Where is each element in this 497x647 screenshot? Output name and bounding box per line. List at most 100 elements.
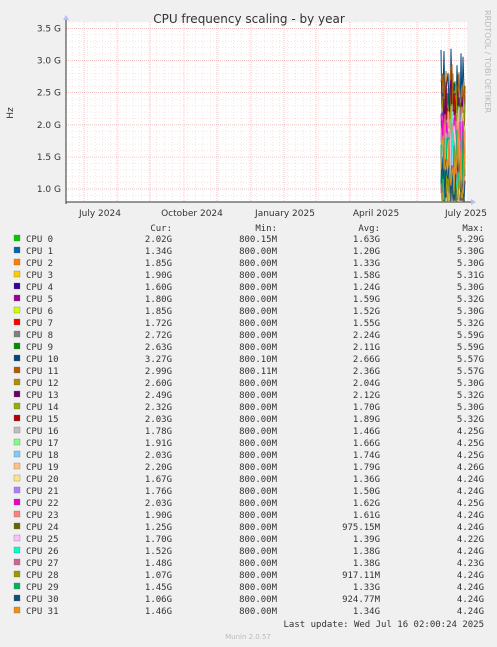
legend-cur-cpu-12: 2.60G (145, 379, 172, 389)
legend-cur-cpu-24: 1.25G (145, 523, 172, 533)
legend-cur-cpu-1: 1.34G (145, 247, 172, 257)
legend-avg-cpu-27: 1.38G (353, 559, 380, 569)
legend-avg-cpu-4: 1.24G (353, 283, 380, 293)
legend-min-cpu-18: 800.00M (239, 451, 278, 461)
legend-name-cpu-7: CPU 7 (26, 319, 53, 329)
legend-cur-cpu-2: 1.85G (145, 259, 172, 269)
legend-avg-cpu-20: 1.36G (353, 475, 380, 485)
legend-cur-cpu-10: 3.27G (145, 355, 172, 365)
legend-name-cpu-11: CPU 11 (26, 367, 59, 377)
legend-cur-cpu-30: 1.06G (145, 595, 172, 605)
legend-avg-cpu-24: 975.15M (342, 523, 381, 533)
legend-cur-cpu-5: 1.80G (145, 295, 172, 305)
munin-version: Munin 2.0.57 (225, 633, 271, 641)
legend-min-cpu-14: 800.00M (239, 403, 278, 413)
legend-max-cpu-6: 5.30G (457, 307, 484, 317)
legend-min-cpu-29: 800.00M (239, 583, 278, 593)
legend-cur-cpu-6: 1.85G (145, 307, 172, 317)
legend-min-cpu-28: 800.00M (239, 571, 278, 581)
legend-swatch-cpu-28 (13, 570, 21, 578)
legend-max-cpu-29: 4.24G (457, 583, 484, 593)
legend-cur-cpu-13: 2.49G (145, 391, 172, 401)
legend-avg-cpu-26: 1.38G (353, 547, 380, 557)
legend-header: Min: (255, 224, 277, 234)
legend-avg-cpu-22: 1.62G (353, 499, 380, 509)
legend-name-cpu-17: CPU 17 (26, 439, 59, 449)
legend-cur-cpu-29: 1.45G (145, 583, 172, 593)
legend-header: Cur: (150, 224, 172, 234)
legend-cur-cpu-22: 2.03G (145, 499, 172, 509)
legend-avg-cpu-17: 1.66G (353, 439, 380, 449)
legend-max-cpu-19: 4.26G (457, 463, 484, 473)
legend-swatch-cpu-24 (13, 522, 21, 530)
legend-swatch-cpu-10 (13, 354, 21, 362)
legend-name-cpu-15: CPU 15 (26, 415, 59, 425)
legend-name-cpu-4: CPU 4 (26, 283, 53, 293)
legend-max-cpu-5: 5.32G (457, 295, 484, 305)
legend-avg-cpu-6: 1.52G (353, 307, 380, 317)
legend-name-cpu-29: CPU 29 (26, 583, 59, 593)
legend-max-cpu-27: 4.23G (457, 559, 484, 569)
x-tick-label: July 2024 (78, 209, 121, 219)
legend-avg-cpu-11: 2.36G (353, 367, 380, 377)
legend-avg-cpu-2: 1.33G (353, 259, 380, 269)
legend-name-cpu-0: CPU 0 (26, 235, 53, 245)
legend-cur-cpu-8: 2.72G (145, 331, 172, 341)
legend-min-cpu-26: 800.00M (239, 547, 278, 557)
legend-swatch-cpu-16 (13, 426, 21, 434)
legend-cur-cpu-17: 1.91G (145, 439, 172, 449)
legend-name-cpu-8: CPU 8 (26, 331, 53, 341)
legend-avg-cpu-31: 1.34G (353, 607, 380, 617)
legend-swatch-cpu-9 (13, 342, 21, 350)
legend-min-cpu-10: 800.10M (239, 355, 278, 365)
legend-avg-cpu-18: 1.74G (353, 451, 380, 461)
legend-name-cpu-30: CPU 30 (26, 595, 59, 605)
legend-name-cpu-12: CPU 12 (26, 379, 59, 389)
legend-min-cpu-22: 800.00M (239, 499, 278, 509)
legend-avg-cpu-15: 1.89G (353, 415, 380, 425)
legend-min-cpu-23: 800.00M (239, 511, 278, 521)
munin-graph: 1.0 G 1.5 G 2.0 G 2.5 G 3.0 G 3.5 G July 2024 O… (0, 0, 497, 647)
legend-swatch-cpu-22 (13, 498, 21, 506)
legend-cur-cpu-3: 1.90G (145, 271, 172, 281)
legend-swatch-cpu-12 (13, 378, 21, 386)
y-tick-label: 3.0 G (37, 57, 61, 67)
legend-min-cpu-6: 800.00M (239, 307, 278, 317)
legend-max-cpu-30: 4.24G (457, 595, 484, 605)
legend-max-cpu-1: 5.30G (457, 247, 484, 257)
legend-swatch-cpu-27 (13, 558, 21, 566)
legend-cur-cpu-18: 2.03G (145, 451, 172, 461)
legend-min-cpu-27: 800.00M (239, 559, 278, 569)
legend-min-cpu-12: 800.00M (239, 379, 278, 389)
legend-swatch-cpu-26 (13, 546, 21, 554)
legend-min-cpu-25: 800.00M (239, 535, 278, 545)
legend-cur-cpu-23: 1.90G (145, 511, 172, 521)
legend-swatch-cpu-7 (13, 318, 21, 326)
legend-name-cpu-14: CPU 14 (26, 403, 59, 413)
legend-name-cpu-31: CPU 31 (26, 607, 59, 617)
legend-min-cpu-16: 800.00M (239, 427, 278, 437)
legend-avg-cpu-30: 924.77M (342, 595, 381, 605)
legend-avg-cpu-12: 2.04G (353, 379, 380, 389)
legend-avg-cpu-13: 2.12G (353, 391, 380, 401)
legend-swatch-cpu-31 (13, 606, 21, 614)
legend-avg-cpu-28: 917.11M (342, 571, 381, 581)
legend-cur-cpu-19: 2.20G (145, 463, 172, 473)
legend-cur-cpu-15: 2.03G (145, 415, 172, 425)
legend-max-cpu-20: 4.24G (457, 475, 484, 485)
legend-max-cpu-12: 5.30G (457, 379, 484, 389)
legend-name-cpu-13: CPU 13 (26, 391, 59, 401)
legend-name-cpu-22: CPU 22 (26, 499, 59, 509)
legend-avg-cpu-21: 1.50G (353, 487, 380, 497)
legend-min-cpu-17: 800.00M (239, 439, 278, 449)
legend-name-cpu-18: CPU 18 (26, 451, 59, 461)
legend-avg-cpu-29: 1.33G (353, 583, 380, 593)
y-axis-arrow (63, 15, 69, 20)
x-tick-label: July 2025 (444, 209, 487, 219)
last-update: Last update: Wed Jul 16 02:00:24 2025 (284, 620, 484, 630)
legend-min-cpu-2: 800.00M (239, 259, 278, 269)
legend-max-cpu-22: 4.25G (457, 499, 484, 509)
legend-avg-cpu-0: 1.63G (353, 235, 380, 245)
legend-name-cpu-27: CPU 27 (26, 559, 59, 569)
legend-swatch-cpu-25 (13, 534, 21, 542)
